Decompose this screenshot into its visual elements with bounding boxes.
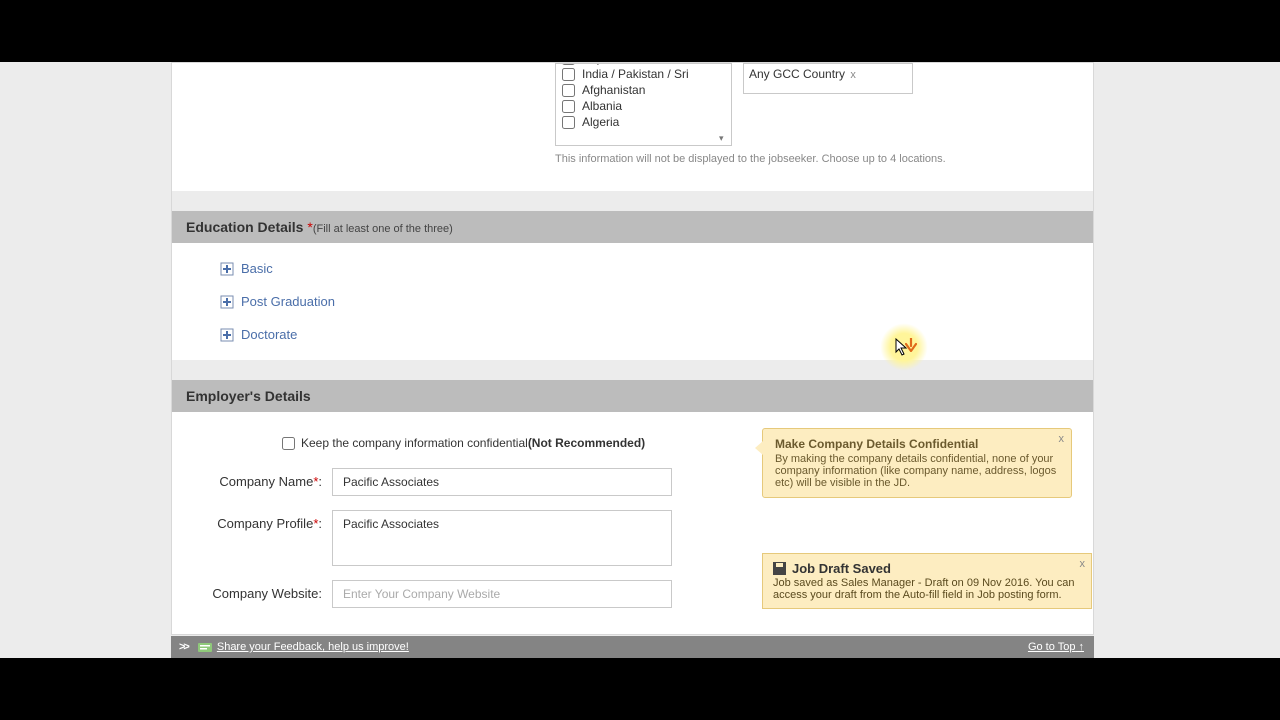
chevrons-icon[interactable]: >> — [171, 641, 196, 653]
education-link-basic[interactable]: Basic — [220, 261, 1093, 276]
toast-body: Job saved as Sales Manager - Draft on 09… — [773, 577, 1081, 601]
education-link-label[interactable]: Basic — [241, 261, 273, 276]
dropdown-arrow-icon[interactable]: ▾ — [719, 133, 729, 143]
main-form-panel: Any Middle East Coun India / Pakistan / … — [171, 62, 1094, 635]
company-name-input[interactable] — [332, 468, 672, 496]
education-section-body: Basic Post Graduation Doctorate — [172, 243, 1093, 360]
company-profile-input[interactable] — [332, 510, 672, 566]
toast-title-row: Job Draft Saved — [773, 561, 1081, 576]
education-link-label[interactable]: Doctorate — [241, 327, 297, 342]
locations-row: Any Middle East Coun India / Pakistan / … — [172, 63, 1093, 191]
location-option-label: Any Middle East Coun — [582, 63, 701, 65]
location-option-label: Albania — [582, 99, 622, 113]
feedback-link[interactable]: Share your Feedback, help us improve! — [217, 641, 409, 653]
education-section-header: Education Details *(Fill at least one of… — [172, 211, 1093, 243]
employer-title: Employer's Details — [186, 388, 311, 404]
close-icon[interactable]: x — [1080, 558, 1086, 570]
company-name-label: Company Name*: — [192, 468, 332, 489]
section-gap — [172, 191, 1093, 211]
employer-section-body: Keep the company information confidentia… — [172, 412, 1093, 626]
tooltip-title: Make Company Details Confidential — [775, 437, 1059, 451]
education-link-postgrad[interactable]: Post Graduation — [220, 294, 1093, 309]
feedback-icon — [198, 641, 212, 653]
add-icon — [220, 328, 234, 342]
company-profile-label: Company Profile*: — [192, 510, 332, 531]
education-title: Education Details — [186, 219, 303, 235]
location-checklist[interactable]: Any Middle East Coun India / Pakistan / … — [555, 63, 732, 146]
not-recommended-label: (Not Recommended) — [528, 436, 645, 450]
location-option[interactable]: Albania — [556, 98, 731, 114]
location-checkbox[interactable] — [562, 100, 575, 113]
location-option-label: Afghanistan — [582, 83, 645, 97]
section-gap — [172, 360, 1093, 380]
save-icon — [773, 562, 786, 575]
confidential-label: Keep the company information confidentia… — [301, 436, 528, 450]
location-checkbox[interactable] — [562, 116, 575, 129]
location-tag: Any GCC Country x — [749, 67, 856, 81]
feedback-bar: >> Share your Feedback, help us improve!… — [171, 636, 1094, 658]
add-icon — [220, 262, 234, 276]
location-option[interactable]: Algeria — [556, 114, 731, 130]
tooltip-tail-icon — [755, 441, 763, 455]
confidential-tooltip: x Make Company Details Confidential By m… — [762, 428, 1072, 498]
tooltip-body: By making the company details confidenti… — [775, 453, 1059, 489]
confidential-checkbox[interactable] — [282, 437, 295, 450]
location-option-label: Algeria — [582, 115, 619, 129]
company-website-input[interactable] — [332, 580, 672, 608]
location-option-label: India / Pakistan / Sri — [582, 67, 689, 81]
close-icon[interactable]: x — [1059, 433, 1065, 445]
location-tag-label: Any GCC Country — [749, 67, 845, 81]
location-checkbox[interactable] — [562, 63, 575, 65]
location-option[interactable]: India / Pakistan / Sri — [556, 66, 731, 82]
toast-title: Job Draft Saved — [792, 561, 891, 576]
company-website-label: Company Website: — [192, 580, 332, 601]
remove-tag-icon[interactable]: x — [850, 69, 856, 81]
selected-locations-box: Any GCC Country x — [743, 63, 913, 94]
education-link-label[interactable]: Post Graduation — [241, 294, 335, 309]
add-icon — [220, 295, 234, 309]
arrow-up-icon: ↑ — [1079, 641, 1085, 653]
location-option[interactable]: Afghanistan — [556, 82, 731, 98]
locations-hint: This information will not be displayed t… — [555, 153, 946, 165]
location-checkbox[interactable] — [562, 84, 575, 97]
employer-section-header: Employer's Details — [172, 380, 1093, 412]
location-checkbox[interactable] — [562, 68, 575, 81]
education-subtitle: (Fill at least one of the three) — [313, 223, 453, 235]
draft-saved-toast: x Job Draft Saved Job saved as Sales Man… — [762, 553, 1092, 609]
education-link-doctorate[interactable]: Doctorate — [220, 327, 1093, 342]
go-to-top-link[interactable]: Go to Top ↑ — [1028, 641, 1094, 653]
